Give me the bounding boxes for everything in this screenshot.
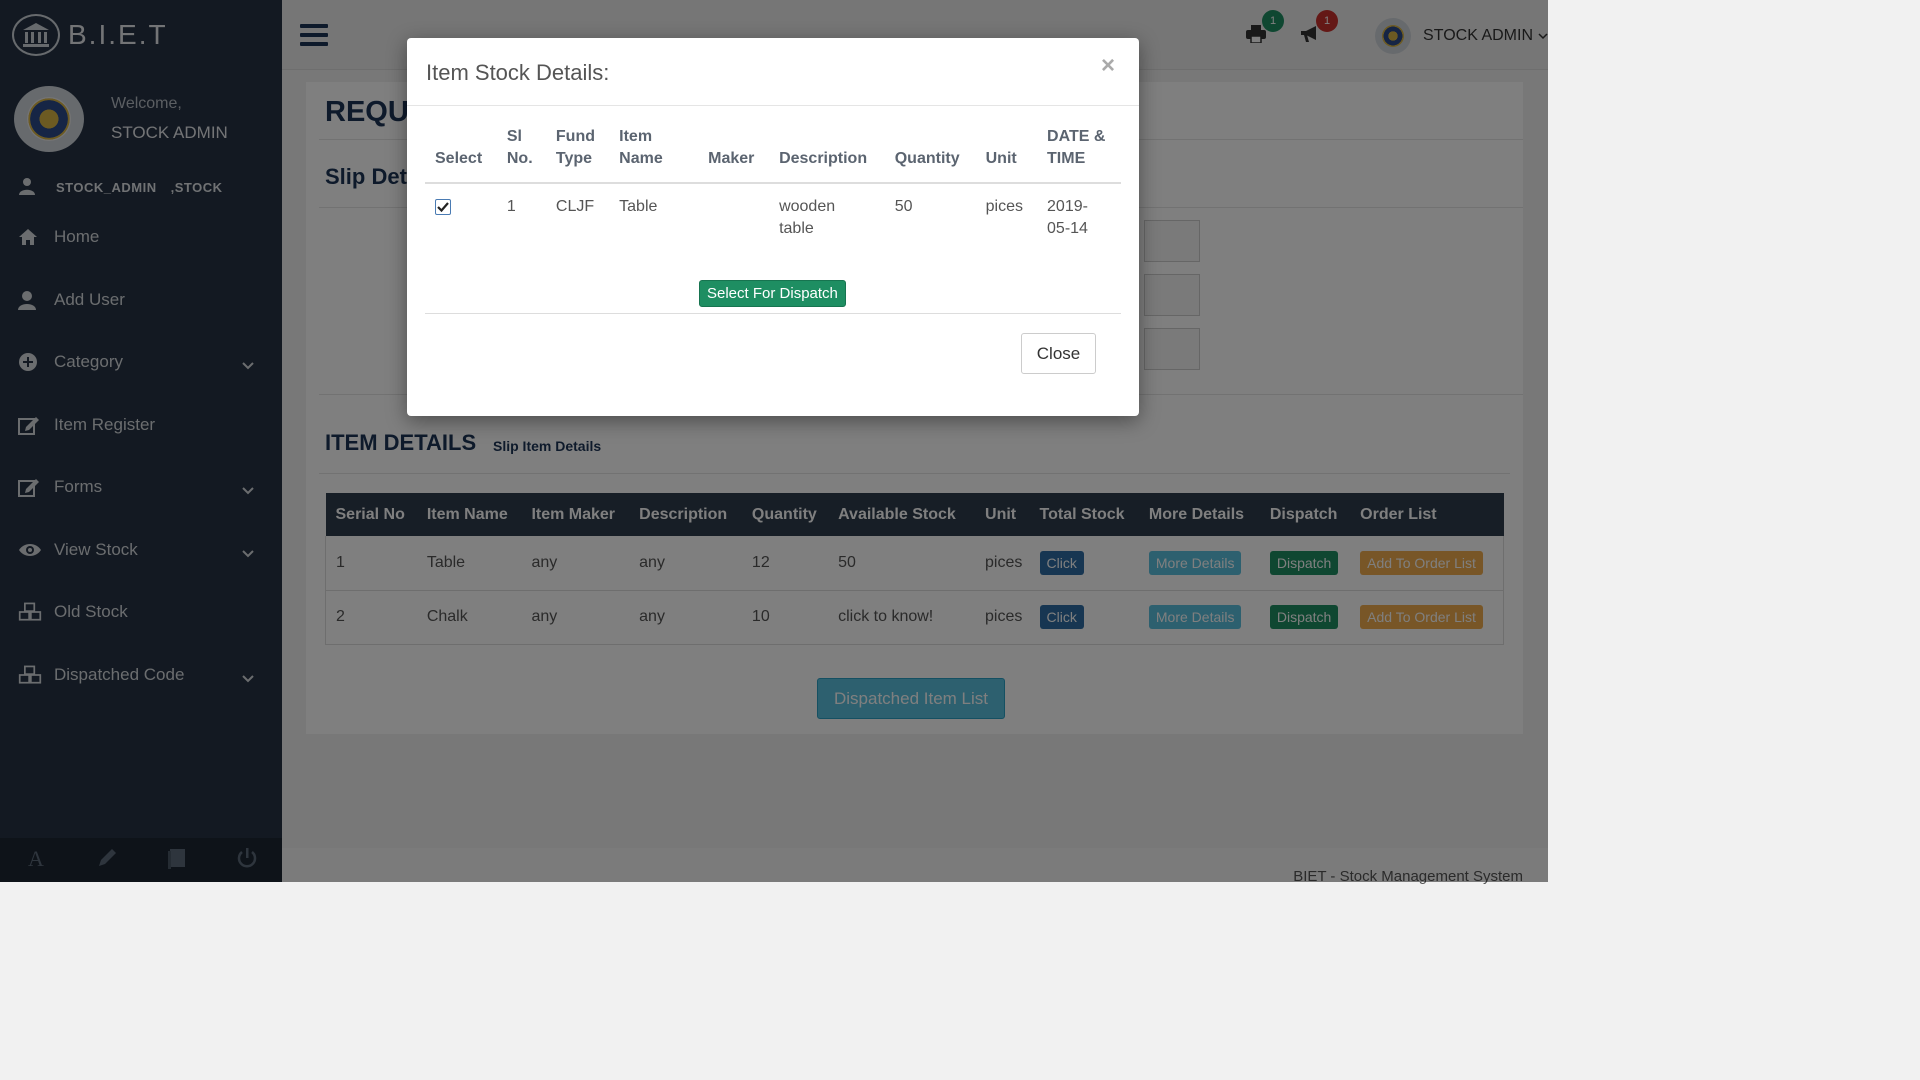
maker-cell bbox=[698, 183, 769, 252]
date-time-cell: 2019- 05-14 bbox=[1047, 198, 1088, 237]
column-header: DATE & TIME bbox=[1037, 126, 1121, 184]
item-name-cell: Table bbox=[619, 198, 658, 215]
close-button[interactable]: Close bbox=[1021, 333, 1096, 374]
select-for-dispatch-button[interactable]: Select For Dispatch bbox=[699, 280, 846, 307]
description-cell: wooden table bbox=[779, 198, 836, 237]
column-header: Select bbox=[425, 126, 497, 184]
close-icon[interactable]: × bbox=[1101, 52, 1115, 80]
sl-cell: 1 bbox=[506, 198, 516, 215]
column-header: Unit bbox=[975, 126, 1038, 184]
item-stock-details-modal: Item Stock Details: × Select Sl No. Fund T… bbox=[407, 38, 1139, 416]
item-stock-table: Select Sl No. Fund Type Item Name Maker Des… bbox=[425, 126, 1121, 252]
fund-type-cell: CLJF bbox=[555, 198, 595, 215]
column-header: Quantity bbox=[884, 126, 976, 184]
unit-cell: pices bbox=[985, 198, 1023, 215]
column-header: Description bbox=[769, 126, 885, 184]
checkmark-icon bbox=[437, 202, 449, 213]
table-header-row: Select Sl No. Fund Type Item Name Maker Des… bbox=[425, 126, 1121, 184]
column-header: Fund Type bbox=[545, 126, 610, 184]
modal-title: Item Stock Details: bbox=[426, 60, 610, 85]
select-checkbox[interactable] bbox=[435, 199, 451, 215]
column-header: Item Name bbox=[609, 126, 699, 184]
table-row: 1 CLJF Table wooden table 50 pices 2019- 0… bbox=[425, 183, 1121, 252]
divider bbox=[425, 313, 1121, 314]
column-header: Sl No. bbox=[496, 126, 546, 184]
column-header: Maker bbox=[698, 126, 770, 184]
quantity-cell: 50 bbox=[894, 198, 913, 215]
scrollbar[interactable] bbox=[1548, 0, 1568, 882]
modal-header: Item Stock Details: × bbox=[407, 38, 1139, 106]
